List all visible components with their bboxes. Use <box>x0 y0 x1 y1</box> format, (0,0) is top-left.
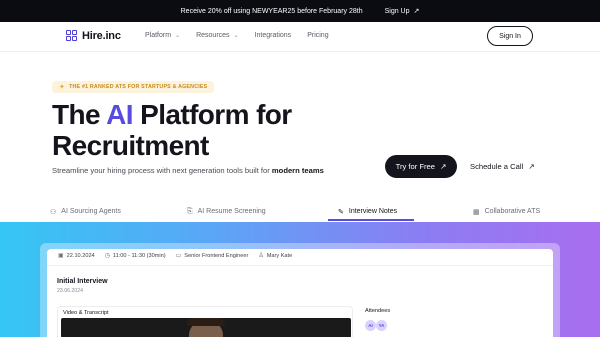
interview-title: Initial Interview <box>57 278 108 285</box>
top-navbar: Hire.inc Platform ⌄ Resources ⌄ Integrat… <box>0 22 600 52</box>
badge-text: THE #1 RANKED ATS FOR STARTUPS & AGENCIE… <box>69 84 208 90</box>
logo-grid-icon <box>66 30 78 42</box>
tab-collaborative-ats[interactable]: ▦ Collaborative ATS <box>473 201 540 222</box>
meeting-person-text: Mary Kate <box>266 252 293 259</box>
meeting-meta: ▣ 22.10.2024 ◷ 11:00 - 11:30 (30min) ▭ Seni… <box>58 250 292 261</box>
users-icon: ⚇ <box>50 208 57 216</box>
headline-post: Platform for <box>132 99 292 130</box>
divider <box>47 265 553 266</box>
hero-headline: The AI Platform for Recruitment <box>52 99 292 161</box>
chevron-down-icon: ⌄ <box>175 33 181 39</box>
meeting-role-text: Senior Frontend Engineer <box>184 252 249 259</box>
avatar[interactable]: YA <box>376 320 387 331</box>
tab-ai-resume-screening[interactable]: ⎘ AI Resume Screening <box>187 201 266 222</box>
meeting-date-text: 22.10.2024 <box>66 252 95 259</box>
subtitle-text: Streamline your hiring process with next… <box>52 166 272 175</box>
menu-item-platform[interactable]: Platform ⌄ <box>145 32 180 39</box>
arrow-up-right-icon: ↗ <box>413 8 420 15</box>
tab-ai-sourcing-agents[interactable]: ⚇ AI Sourcing Agents <box>50 201 121 222</box>
pencil-icon: ✎ <box>338 208 344 216</box>
cta-label: Try for Free <box>395 162 435 171</box>
tab-label: AI Sourcing Agents <box>61 208 121 215</box>
headline-line2: Recruitment <box>52 130 209 161</box>
hero-subtitle: Streamline your hiring process with next… <box>52 166 324 175</box>
video-panel-label: Video & Transcript <box>63 310 109 316</box>
calendar-icon: ▣ <box>58 253 64 259</box>
headline-pre: The <box>52 99 107 130</box>
arrow-up-right-icon: ↗ <box>528 162 535 171</box>
user-icon: ♙ <box>258 253 264 259</box>
tab-label: Interview Notes <box>348 208 398 215</box>
menu-item-label: Integrations <box>254 32 292 39</box>
menu-item-pricing[interactable]: Pricing <box>307 32 328 39</box>
subtitle-bold: modern teams <box>271 166 324 175</box>
promo-text: Receive 20% off using NEWYEAR25 before F… <box>180 7 363 15</box>
avatar[interactable]: AI <box>365 320 376 331</box>
menu-item-label: Resources <box>196 32 230 39</box>
menu-item-label: Pricing <box>307 32 329 39</box>
cta-label: Schedule a Call <box>470 162 524 171</box>
attendees-label: Attendees <box>365 308 391 314</box>
active-tab-indicator <box>328 219 414 221</box>
meeting-time-text: 11:00 - 11:30 (30min) <box>112 252 166 259</box>
menu-item-resources[interactable]: Resources ⌄ <box>196 32 239 39</box>
schedule-call-button[interactable]: Schedule a Call ↗ <box>470 155 535 178</box>
meeting-time: ◷ 11:00 - 11:30 (30min) <box>104 252 166 260</box>
logo[interactable]: Hire.inc <box>66 30 121 42</box>
menu-item-label: Platform <box>145 32 172 39</box>
arrow-up-right-icon: ↗ <box>440 162 447 171</box>
briefcase-icon: ▭ <box>175 253 182 259</box>
video-participant-hair <box>187 318 225 326</box>
resume-icon: ⎘ <box>187 207 193 215</box>
logo-text: Hire.inc <box>82 30 121 42</box>
sparkle-icon: ✦ <box>59 84 66 91</box>
promo-signup-link[interactable]: Sign Up ↗ <box>384 7 420 16</box>
feature-tabs: ⚇ AI Sourcing Agents ⎘ AI Resume Screeni… <box>0 201 600 222</box>
try-for-free-button[interactable]: Try for Free ↗ <box>385 155 457 178</box>
ranking-badge: ✦ THE #1 RANKED ATS FOR STARTUPS & AGENC… <box>52 81 215 93</box>
menu-item-integrations[interactable]: Integrations <box>255 32 292 39</box>
main-menu: Platform ⌄ Resources ⌄ Integrations Pric… <box>145 32 329 39</box>
promo-signup-label: Sign Up <box>384 7 410 15</box>
meeting-person: ♙ Mary Kate <box>258 252 293 260</box>
board-icon: ▦ <box>473 208 480 216</box>
clock-icon: ◷ <box>104 253 110 259</box>
tab-label: AI Resume Screening <box>197 208 266 215</box>
headline-accent: AI <box>106 99 133 130</box>
video-player[interactable] <box>61 318 351 337</box>
tab-label: Collaborative ATS <box>484 208 541 215</box>
promo-bar: Receive 20% off using NEWYEAR25 before F… <box>0 0 600 22</box>
sign-in-button[interactable]: Sign In <box>487 26 533 46</box>
chevron-down-icon: ⌄ <box>233 33 239 39</box>
meeting-role: ▭ Senior Frontend Engineer <box>175 252 249 260</box>
meeting-date: ▣ 22.10.2024 <box>58 252 95 260</box>
interview-date: 23.06.2024 <box>57 288 83 294</box>
